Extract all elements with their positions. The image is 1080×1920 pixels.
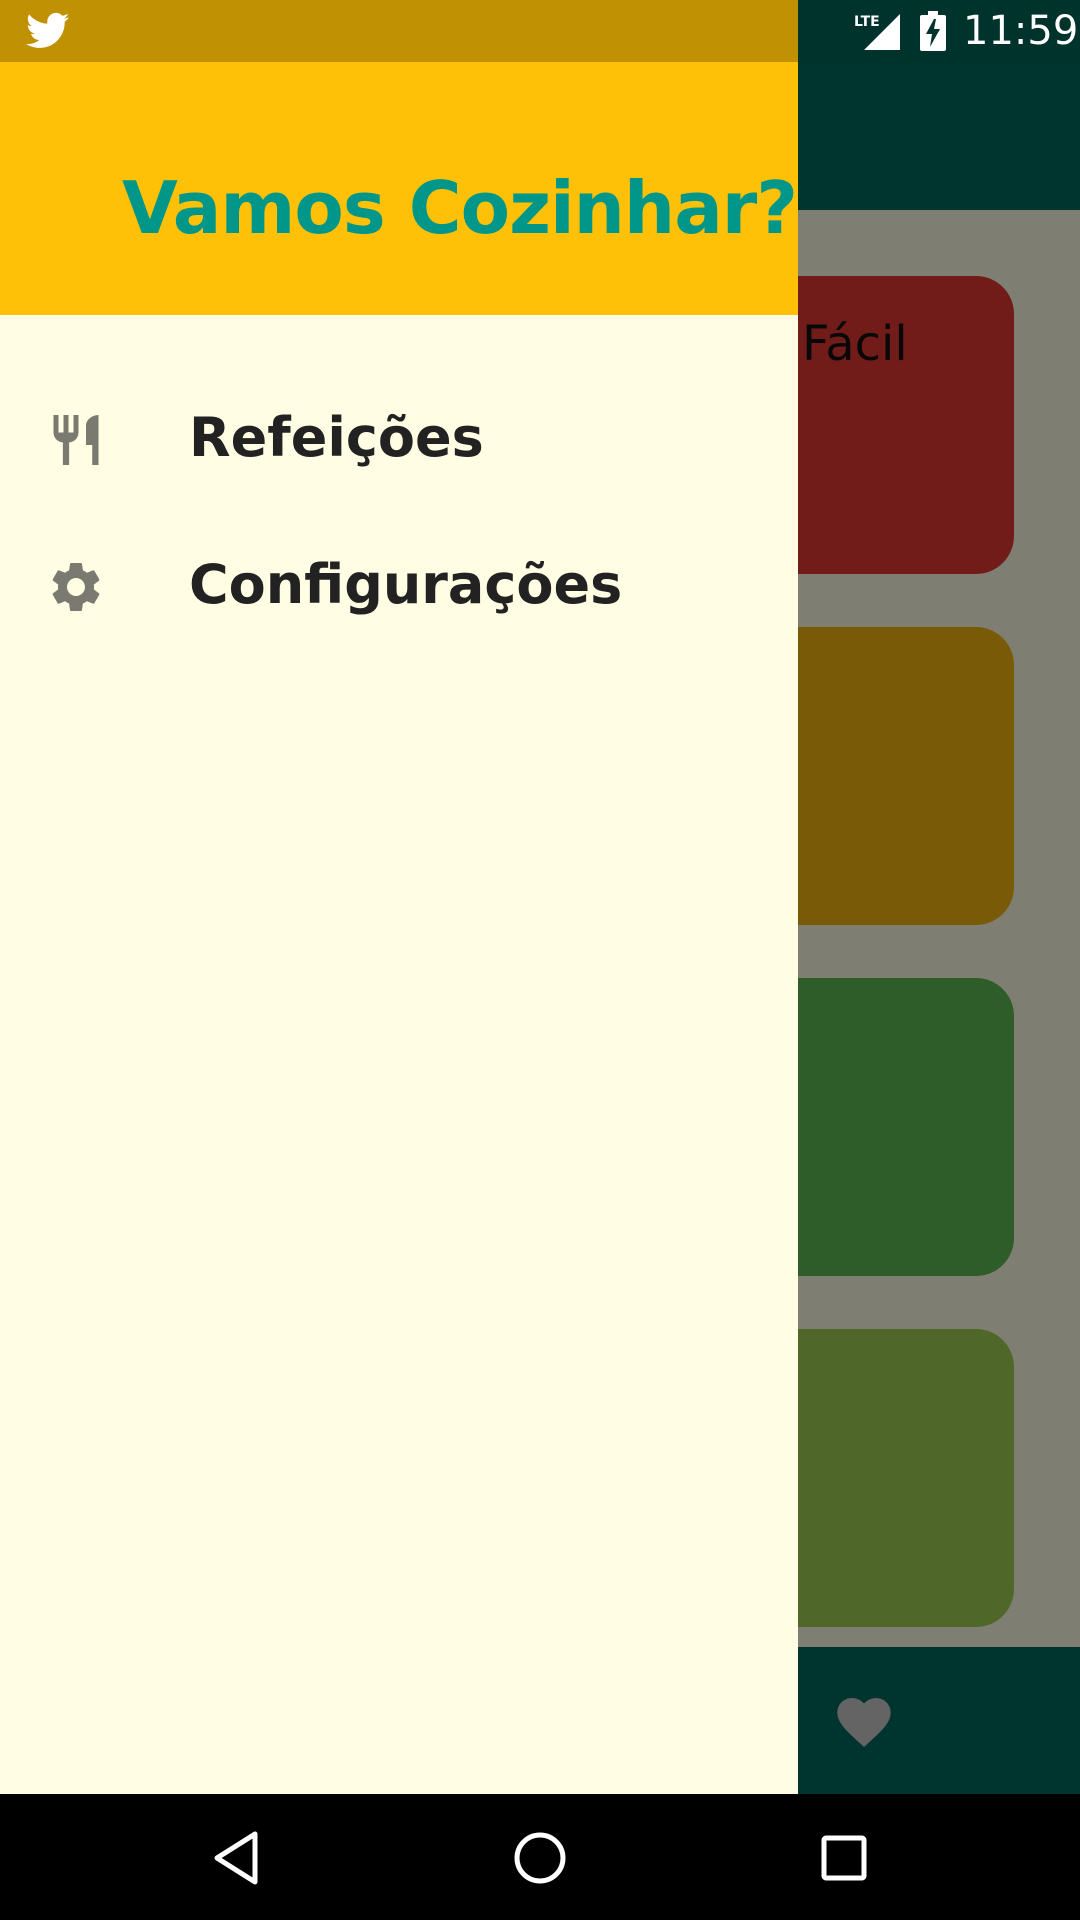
clock: 11:59 (963, 8, 1079, 54)
back-icon[interactable] (205, 1826, 269, 1890)
menu-item-refeicoes[interactable]: Refeições (0, 370, 798, 510)
lte-signal-icon: LTE (854, 14, 900, 50)
drawer-title: Vamos Cozinhar? (122, 166, 798, 250)
status-bar: LTE 11:59 (0, 0, 1080, 62)
navigation-drawer: Vamos Cozinhar? Refeições Configurações (0, 62, 798, 1794)
status-bar-drawer-section (0, 0, 798, 62)
menu-item-label: Configurações (189, 553, 623, 616)
drawer-header: Vamos Cozinhar? (0, 62, 798, 315)
menu-item-configuracoes[interactable]: Configurações (0, 517, 798, 657)
system-nav-bar (0, 1794, 1080, 1920)
twitter-icon (26, 12, 70, 48)
fork-knife-icon (53, 415, 99, 465)
network-label: LTE (854, 14, 880, 30)
recents-icon[interactable] (812, 1826, 876, 1890)
battery-charging-icon (920, 11, 946, 51)
menu-item-label: Refeições (189, 406, 484, 469)
gear-icon (52, 563, 100, 611)
home-icon[interactable] (508, 1826, 572, 1890)
